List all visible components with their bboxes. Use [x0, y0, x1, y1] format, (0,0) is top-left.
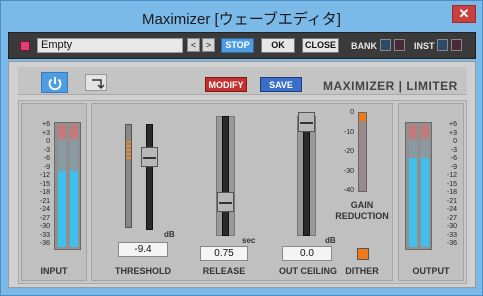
input-label: INPUT [40, 266, 68, 276]
title-bar[interactable]: Maximizer [ウェーブエディタ] ✕ [1, 1, 482, 31]
plugin-window: Maximizer [ウェーブエディタ] ✕ Empty < > STOP OK… [0, 0, 483, 296]
plugin-header: MODIFY SAVE MAXIMIZER | LIMITER [18, 67, 467, 95]
meter-scale-tick: -27 [39, 214, 50, 222]
gain-reduction-tick: 0 [350, 109, 354, 116]
gain-reduction-tick: -40 [343, 187, 354, 194]
release-fader-handle[interactable] [217, 192, 234, 212]
out-ceiling-value-field[interactable]: 0.0 [282, 246, 332, 261]
meter-scale-tick: +6 [42, 121, 50, 128]
close-button[interactable]: CLOSE [302, 38, 339, 53]
meter-scale-tick: -33 [446, 231, 457, 239]
save-button[interactable]: SAVE [260, 77, 302, 92]
bank-label: BANK [351, 41, 377, 51]
release-fader-track[interactable] [222, 116, 229, 236]
next-preset-button[interactable]: > [202, 38, 215, 52]
input-section: +6 +3 0 -3 -6 -9 -12 -15 -18 -21 -24 -27 -30 -33 -36 I… [21, 103, 87, 281]
meter-scale-tick: -9 [450, 163, 457, 171]
meter-scale-tick: +6 [449, 121, 457, 128]
threshold-fader-handle[interactable] [141, 147, 158, 167]
dither-toggle[interactable] [357, 248, 369, 260]
meter-scale-tick: -36 [39, 240, 50, 247]
preset-toolbar: Empty < > STOP OK CLOSE BANK INST [8, 32, 476, 59]
meter-scale-tick: -3 [450, 146, 457, 154]
inst-slot-1[interactable] [437, 39, 448, 51]
meter-scale-tick: -3 [43, 146, 50, 154]
bypass-arrow-icon [92, 79, 105, 90]
gain-reduction-label-1: GAIN [350, 200, 374, 210]
bank-slot-1[interactable] [380, 39, 391, 51]
meter-scale-tick: -27 [446, 214, 457, 222]
inst-label: INST [414, 41, 435, 51]
window-close-button[interactable]: ✕ [452, 5, 476, 23]
bank-slot-2[interactable] [394, 39, 405, 51]
meter-scale-tick: -15 [39, 180, 50, 188]
power-icon [48, 77, 62, 91]
out-ceiling-unit: dB [325, 236, 336, 245]
meter-scale-tick: +3 [449, 129, 457, 137]
threshold-unit: dB [164, 230, 175, 239]
input-meter [54, 122, 81, 250]
out-ceiling-fader-track[interactable] [303, 116, 310, 236]
meter-scale-tick: +3 [42, 129, 50, 137]
gain-reduction-meter [358, 112, 367, 192]
output-meter [405, 122, 432, 250]
threshold-ladder [125, 124, 132, 228]
meter-scale-tick: -18 [446, 189, 457, 196]
plugin-panel: MODIFY SAVE MAXIMIZER | LIMITER +6 +3 0 -3-… [8, 61, 476, 288]
ok-button[interactable]: OK [261, 38, 295, 53]
meter-scale-tick: -33 [39, 231, 50, 239]
control-area: +6 +3 0 -3 -6 -9 -12 -15 -18 -21 -24 -27 -30 -33 -36 I… [18, 100, 467, 284]
preset-name-field[interactable]: Empty [37, 38, 183, 53]
plugin-led-icon [20, 41, 30, 51]
prev-preset-button[interactable]: < [187, 38, 200, 52]
power-button[interactable] [41, 72, 68, 93]
threshold-label: THRESHOLD [115, 266, 171, 276]
meter-scale-tick: -24 [39, 206, 50, 213]
meter-scale-tick: -18 [39, 189, 50, 196]
meter-scale-tick: -30 [39, 223, 50, 230]
meter-scale-tick: -12 [446, 172, 457, 179]
meter-scale-tick: 0 [46, 138, 50, 145]
meter-scale-tick: -36 [446, 240, 457, 247]
gain-reduction-tick: -20 [343, 148, 354, 155]
meter-scale-tick: -15 [446, 180, 457, 188]
dither-label: DITHER [345, 266, 379, 276]
stop-button[interactable]: STOP [221, 38, 254, 53]
gain-reduction-tick: -30 [343, 167, 354, 175]
meter-scale-tick: -30 [446, 223, 457, 230]
meter-scale-tick: -21 [39, 197, 50, 205]
window-title: Maximizer [ウェーブエディタ] [142, 11, 341, 28]
output-label: OUTPUT [412, 266, 450, 276]
release-unit: sec [242, 236, 256, 245]
bypass-button[interactable] [85, 74, 107, 91]
release-value-field[interactable]: 0.75 [200, 246, 248, 261]
gain-reduction-label-2: REDUCTION [335, 211, 389, 221]
output-section: +6 +3 0 -3 -6 -9 -12 -15 -18 -21 -24 -27 -30 -33 -36 O… [398, 103, 464, 281]
meter-scale-tick: -9 [43, 163, 50, 171]
meter-scale-tick: -21 [446, 197, 457, 205]
threshold-fader-track[interactable] [146, 124, 153, 230]
out-ceiling-fader-handle[interactable] [298, 112, 315, 132]
meter-scale-tick: -12 [39, 172, 50, 179]
maximizer-section: dB -9.4 THRESHOLD sec 0.75 RELEASE dB 0.… [91, 103, 393, 281]
release-label: RELEASE [202, 266, 246, 276]
meter-scale-tick: -6 [450, 155, 457, 162]
gain-reduction-tick: -10 [343, 128, 354, 136]
meter-scale-tick: 0 [453, 138, 457, 145]
inst-slot-2[interactable] [451, 39, 462, 51]
meter-scale-tick: -24 [446, 206, 457, 213]
threshold-value-field[interactable]: -9.4 [118, 242, 168, 257]
plugin-brand: MAXIMIZER | LIMITER [323, 79, 458, 93]
modify-button[interactable]: MODIFY [205, 77, 247, 92]
meter-scale-tick: -6 [43, 155, 50, 162]
